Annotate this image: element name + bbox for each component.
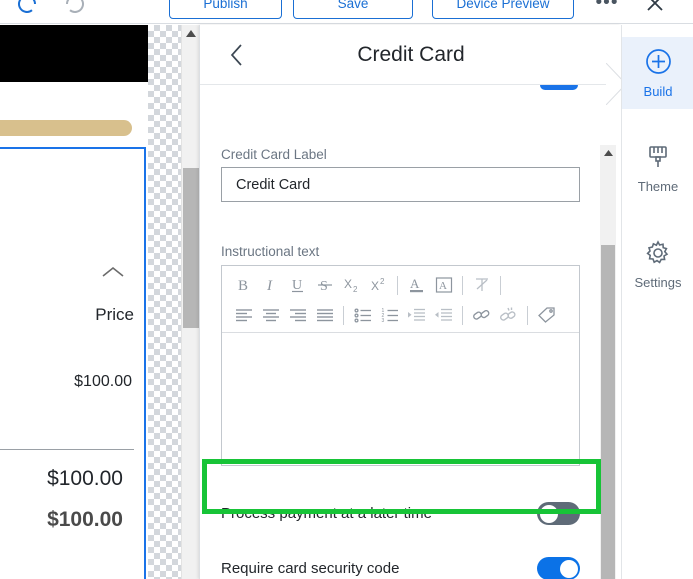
scroll-up-arrow-icon[interactable] [182, 25, 200, 42]
form-preview-canvas[interactable]: Price $100.00 $100.00 $100.00 [0, 25, 148, 579]
underline-icon[interactable]: U [284, 272, 311, 298]
paint-brush-icon [645, 144, 671, 173]
panel-header: Credit Card [200, 25, 621, 85]
tag-icon[interactable] [533, 302, 560, 328]
bold-icon[interactable]: B [230, 272, 257, 298]
svg-text:2: 2 [353, 285, 358, 294]
chevron-up-icon[interactable] [100, 265, 126, 284]
panel-scrollbar-thumb[interactable] [601, 245, 615, 579]
credit-card-label-label: Credit Card Label [221, 147, 327, 162]
svg-text:A: A [410, 276, 420, 291]
align-justify-icon[interactable] [311, 302, 338, 328]
preview-accent-bar [0, 120, 132, 136]
preview-header-band [0, 25, 148, 82]
more-options-icon[interactable]: ••• [594, 0, 620, 14]
indent-icon[interactable] [403, 302, 430, 328]
redo-circular-arrow-icon[interactable] [62, 0, 88, 17]
panel-body: Credit Card Label Credit Card Instructio… [200, 85, 621, 579]
svg-text:A: A [439, 280, 447, 292]
bulleted-list-icon[interactable] [349, 302, 376, 328]
clipped-toggle-above[interactable] [540, 85, 578, 90]
publish-button[interactable]: Publish [169, 0, 282, 19]
transparency-checker-gutter [148, 25, 181, 579]
rte-separator [500, 275, 501, 295]
italic-icon[interactable]: I [257, 272, 284, 298]
toggle-switch-process-payment-later[interactable] [537, 502, 580, 525]
svg-text:2: 2 [380, 277, 385, 286]
rte-toolbar-row-2: 123 [222, 300, 579, 330]
rte-separator [462, 275, 463, 295]
font-color-icon[interactable]: A [403, 272, 430, 298]
svg-text:X: X [371, 279, 379, 293]
instructional-text-label: Instructional text [221, 244, 320, 259]
toggle-label-require-security-code: Require card security code [221, 560, 400, 577]
rail-item-label: Settings [634, 275, 682, 290]
toggle-row-require-security-code[interactable]: Require card security code [200, 541, 621, 579]
align-center-icon[interactable] [257, 302, 284, 328]
right-rail: Build Theme Settings [621, 25, 693, 579]
svg-text:B: B [238, 278, 248, 294]
close-icon[interactable] [640, 0, 670, 18]
instructional-text-editor[interactable]: B I U S X2 X 2 A A 1 2 3 [221, 265, 580, 466]
rail-item-theme[interactable]: Theme [622, 133, 693, 205]
preview-total-value: $100.00 [47, 508, 123, 531]
app-root: Publish Save Device Preview ••• Price $1… [0, 0, 693, 579]
page-title: Credit Card [357, 43, 465, 66]
rail-item-settings[interactable]: Settings [622, 229, 693, 301]
scroll-up-arrow-icon[interactable] [600, 145, 616, 161]
numbered-list-icon[interactable]: 123 [376, 302, 403, 328]
svg-text:3: 3 [381, 318, 384, 323]
rte-toolbar-row-1: B I U S X2 X 2 A A [222, 270, 579, 300]
svg-text:X: X [344, 277, 352, 291]
rail-item-label: Build [643, 83, 673, 99]
plus-circle-icon [645, 48, 672, 78]
gear-icon [645, 240, 671, 269]
remove-link-icon[interactable] [495, 302, 522, 328]
svg-text:U: U [292, 278, 302, 293]
rail-item-label: Theme [637, 179, 679, 194]
svg-text:I: I [266, 278, 273, 294]
undo-redo-group [14, 0, 88, 17]
superscript-icon[interactable]: X2 [365, 272, 392, 298]
preview-divider [0, 449, 134, 450]
svg-text:S: S [320, 279, 328, 294]
toggle-row-process-payment-later[interactable]: Process payment at a later time [200, 486, 621, 541]
rail-item-build[interactable]: Build [622, 37, 693, 109]
toggle-switch-require-security-code[interactable] [537, 557, 580, 579]
toggle-label-process-payment-later: Process payment at a later time [221, 505, 432, 522]
device-preview-button[interactable]: Device Preview [432, 0, 574, 19]
background-color-icon[interactable]: A [430, 272, 457, 298]
top-toolbar: Publish Save Device Preview ••• [0, 0, 693, 24]
toggle-knob [559, 559, 578, 578]
rte-toolbar: B I U S X2 X 2 A A 1 2 3 [222, 266, 579, 333]
credit-card-label-input[interactable]: Credit Card [221, 167, 580, 202]
preview-price-label: Price [95, 305, 134, 324]
outdent-icon[interactable] [430, 302, 457, 328]
instructional-text-area[interactable] [222, 333, 579, 463]
rte-separator [527, 305, 528, 325]
subscript-icon[interactable]: X2 [338, 272, 365, 298]
align-left-icon[interactable] [230, 302, 257, 328]
preview-price-value: $100.00 [74, 373, 132, 390]
save-button[interactable]: Save [293, 0, 413, 19]
preview-subtotal-value: $100.00 [47, 467, 123, 490]
rte-separator [397, 275, 398, 295]
panel-scrollbar[interactable] [600, 145, 616, 579]
toggle-knob [539, 504, 558, 523]
canvas-scrollbar-thumb[interactable] [183, 168, 199, 328]
credit-card-settings-panel: Credit Card Credit Card Label Credit Car… [199, 25, 621, 579]
insert-link-icon[interactable] [468, 302, 495, 328]
strikethrough-icon[interactable]: S [311, 272, 338, 298]
undo-circular-arrow-icon[interactable] [14, 0, 40, 17]
canvas-scrollbar[interactable] [181, 25, 199, 579]
rte-separator [343, 305, 344, 325]
align-right-icon[interactable] [284, 302, 311, 328]
rte-separator [462, 305, 463, 325]
clear-formatting-icon[interactable] [468, 272, 495, 298]
